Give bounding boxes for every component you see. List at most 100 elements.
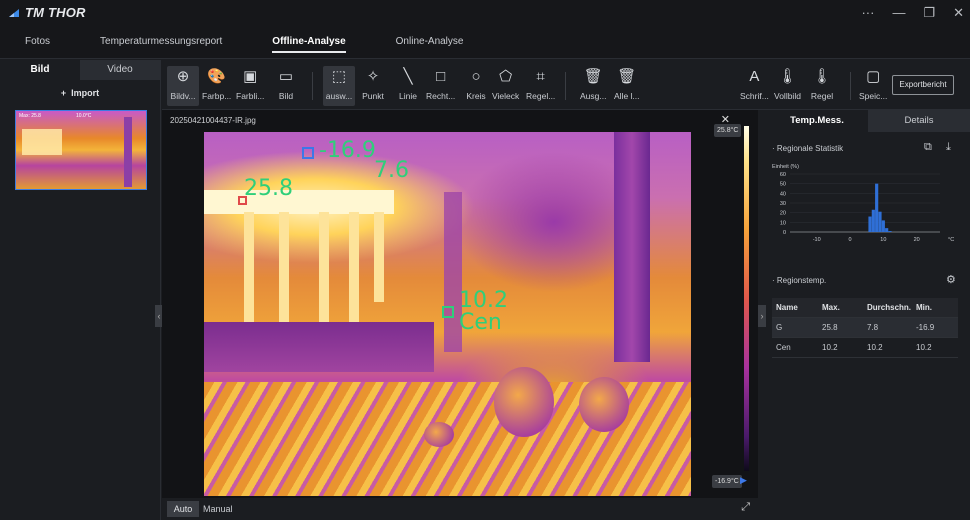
x-tick-label: 10 [880,237,886,243]
thumb-max-text: Max: 25.8 [19,113,41,119]
histogram-bar [888,231,892,232]
histogram-bar [871,209,875,232]
tab-temp-measure[interactable]: Temp.Mess. [766,110,868,132]
tool-delete-selected[interactable]: 🗑 Ausg... [580,66,606,106]
app-logo: TM THOR [8,5,86,20]
tool-font[interactable]: A Schrif... [740,66,769,106]
menu-fotos[interactable]: Fotos [0,25,75,59]
x-axis-label: °C [948,237,954,243]
min-marker[interactable] [302,147,314,159]
fullscreen-icon[interactable]: ⤢ [741,501,750,514]
header-min: Min. [916,303,932,312]
tab-video[interactable]: Video [80,60,160,80]
restore-icon[interactable]: ❐ [923,5,935,21]
save-icon: ▢ [866,68,881,85]
logo-icon [9,8,19,17]
header-max: Max. [822,303,840,312]
select-icon: ⬚ [331,68,347,85]
file-name: 20250421004437-IR.jpg [170,116,256,125]
pergola-roof [204,190,394,214]
histogram-bar [885,228,889,232]
tool-rule[interactable]: ⌗ Regel... [526,66,555,106]
y-tick-label: 60 [780,172,786,178]
overlay-center-label: Cen [459,310,502,335]
image-icon: ▭ [278,68,294,85]
tool-circle[interactable]: ○ Kreis [464,66,488,106]
plus-icon: + [60,88,67,98]
tool-rectangle[interactable]: □ Recht... [426,66,455,106]
tool-delete-all[interactable]: 🗑 Alle l... [614,66,640,106]
thermal-image[interactable]: -16.9 7.6 25.8 10.2 Cen [204,132,691,496]
more-icon[interactable]: ··· [861,5,874,20]
table-row[interactable]: Cen 10.2 10.2 10.2 [772,338,958,358]
tree-trunk [614,132,650,362]
rectangle-icon: □ [436,67,446,85]
color-scale-bar[interactable] [744,126,749,471]
y-axis-label: Einheit (%) [772,164,799,170]
x-tick-label: 20 [914,237,920,243]
toolbar: ⊕ Bildv... 🎨 Farbp... ▣ Farbli... ▭ Bild ⬚ au… [162,60,970,110]
tab-image[interactable]: Bild [0,60,80,80]
image-thumbnail[interactable]: Max: 25.8 10.0°C [15,110,147,190]
tool-polygon[interactable]: ⬠ Vieleck [492,66,519,106]
tool-fullscreen-temp[interactable]: 🌡 Vollbild [774,66,801,106]
overlay-min: -16.9 [319,138,376,163]
font-icon: A [749,67,760,85]
point-icon: ✧ [366,68,380,85]
auto-button[interactable]: Auto [167,501,199,517]
download-icon[interactable]: ⤓ [946,141,951,154]
circle-icon: ○ [471,67,481,85]
close-icon[interactable]: ✕ [953,5,964,21]
tool-zoom[interactable]: ⊕ Bildv... [167,66,199,106]
tool-temp-rule[interactable]: 🌡 Regel [810,66,834,106]
right-panel: Temp.Mess. Details · Regionale Statistik… [766,110,970,520]
table-row[interactable]: G 25.8 7.8 -16.9 [772,318,958,338]
image-viewer: 20250421004437-IR.jpg ✕ -16.9 7.6 25.8 1… [162,110,758,498]
x-tick-label: 0 [848,237,851,243]
tool-palette[interactable]: 🎨 Farbp... [202,66,231,106]
region-table: Name Max. Durchschn. Min. G 25.8 7.8 -16… [772,298,958,358]
tool-line[interactable]: ╲ Linie [396,66,420,106]
import-button[interactable]: + Import [0,88,160,98]
delete-icon: 🗑 [583,68,603,85]
minimize-icon[interactable]: — [892,5,905,20]
import-label: Import [71,88,100,98]
thumb-tree [124,117,132,187]
copy-icon[interactable]: ⧉ [924,141,932,154]
tool-image[interactable]: ▭ Bild [274,66,298,106]
histogram-bar [878,211,882,232]
menu-offline-analysis[interactable]: Offline-Analyse [247,25,370,59]
thermometer-rule-icon: 🌡 [812,68,832,85]
left-panel: Bild Video + Import Max: 25.8 10.0°C [0,60,161,520]
scale-min-label: -16.9°C [712,475,742,488]
tool-color-line[interactable]: ▣ Farbli... [236,66,264,106]
y-tick-label: 10 [780,220,786,226]
settings-icon[interactable]: ⚙ [946,273,956,286]
menu-online-analysis[interactable]: Online-Analyse [371,25,489,59]
y-tick-label: 30 [780,201,786,207]
histogram-chart: Einheit (%) 0 10 20 30 40 50 60 -10 0 10 20 °C [772,164,954,243]
collapse-right-button[interactable]: › [758,305,766,327]
header-name: Name [776,303,798,312]
polygon-icon: ⬠ [499,68,513,85]
menu-report[interactable]: Temperaturmessungsreport [75,25,247,59]
tab-details[interactable]: Details [868,110,970,132]
table-header: Name Max. Durchschn. Min. [772,298,958,318]
y-tick-label: 40 [780,191,786,197]
delete-all-icon: 🗑 [617,68,637,85]
manual-button[interactable]: Manual [203,501,233,517]
export-report-button[interactable]: Exportbericht [892,75,954,95]
scale-arrow-icon[interactable]: ▶ [740,475,747,486]
range-mode-bar: Auto Manual ⤢ [162,498,758,520]
main-menu: Fotos Temperaturmessungsreport Offline-A… [0,25,970,59]
histogram-bar [881,220,885,232]
stat-title: · Regionale Statistik [772,144,844,153]
tool-select[interactable]: ⬚ ausw... [323,66,355,106]
scale-max-label: 25.8°C [714,124,742,137]
center-marker[interactable] [442,306,454,318]
line-icon: ╲ [403,68,413,85]
zoom-icon: ⊕ [176,68,190,85]
tool-save[interactable]: ▢ Speic... [859,66,887,106]
histogram-bar [875,183,879,232]
tool-point[interactable]: ✧ Punkt [361,66,385,106]
